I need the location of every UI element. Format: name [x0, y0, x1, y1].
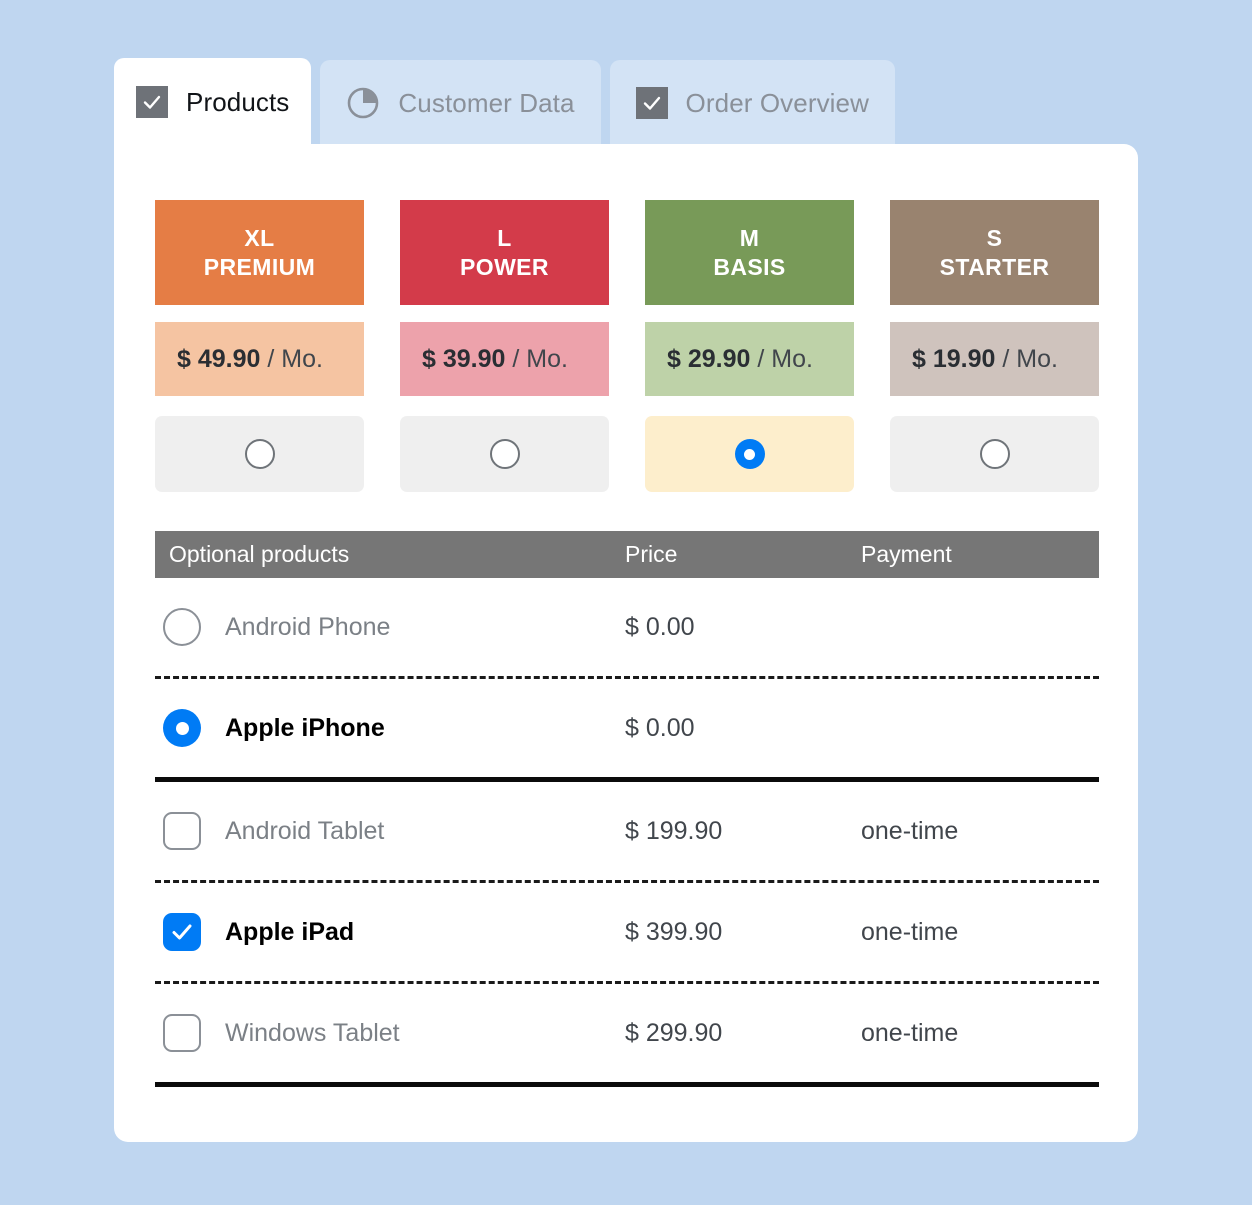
option-payment: one-time [861, 1018, 959, 1047]
plan-price-amount: $ 29.90 [667, 344, 751, 373]
tab-order-overview[interactable]: Order Overview [609, 60, 895, 146]
plan-size: S [986, 224, 1003, 251]
plan-price-unit: / Mo. [1002, 344, 1058, 373]
tab-label: Order Overview [685, 87, 869, 118]
plan-name: PREMIUM [203, 253, 316, 280]
option-label: Windows Tablet [225, 1018, 400, 1047]
option-label: Android Tablet [225, 816, 385, 845]
table-row[interactable]: Apple iPad $ 399.90 one-time [155, 883, 1099, 981]
option-price: $ 0.00 [625, 612, 695, 641]
plan-price-unit: / Mo. [267, 344, 323, 373]
plan-size: L [497, 224, 512, 251]
plan-price-xl: $ 49.90 / Mo. [155, 322, 364, 396]
plan-price-m: $ 29.90 / Mo. [645, 322, 854, 396]
optional-products-table: Optional products Price Payment Android … [155, 531, 1099, 1087]
plan-price-amount: $ 39.90 [422, 344, 506, 373]
plan-radio-s[interactable] [890, 416, 1099, 492]
plan-header-m[interactable]: M BASIS [645, 200, 854, 305]
plan-name: STARTER [939, 253, 1050, 280]
column-header-price: Price [625, 541, 678, 567]
radio-unselected-icon [979, 439, 1010, 469]
table-row[interactable]: Android Phone $ 0.00 [155, 578, 1099, 676]
plan-header-l[interactable]: L POWER [400, 200, 609, 305]
table-row[interactable]: Windows Tablet $ 299.90 one-time [155, 984, 1099, 1082]
option-label: Android Phone [225, 612, 391, 641]
plan-size: M [739, 224, 760, 251]
checkbox-unchecked-icon[interactable] [163, 1014, 201, 1052]
checkbox-checked-icon [635, 87, 668, 119]
configurator-page: Products Customer Data Order Overview XL… [0, 0, 1252, 1205]
checkbox-checked-icon [136, 86, 168, 118]
table-row[interactable]: Apple iPhone $ 0.00 [155, 679, 1099, 777]
tab-label: Customer Data [398, 87, 575, 118]
radio-selected-icon[interactable] [163, 709, 201, 747]
plan-size: XL [244, 224, 275, 251]
radio-unselected-icon[interactable] [163, 608, 201, 646]
tab-customer-data[interactable]: Customer Data [320, 60, 601, 146]
table-header-row: Optional products Price Payment [155, 531, 1099, 578]
plan-price-l: $ 39.90 / Mo. [400, 322, 609, 396]
plan-header-row: XL PREMIUM L POWER M BASIS S STARTER [155, 200, 1099, 305]
radio-unselected-icon [244, 439, 275, 469]
products-panel: XL PREMIUM L POWER M BASIS S STARTER $ 4… [114, 144, 1138, 1142]
plan-price-s: $ 19.90 / Mo. [890, 322, 1099, 396]
plan-selection-row [155, 416, 1099, 492]
option-label: Apple iPhone [225, 713, 385, 742]
radio-unselected-icon [489, 439, 520, 469]
option-price: $ 199.90 [625, 816, 723, 845]
option-price: $ 299.90 [625, 1018, 723, 1047]
tab-bar: Products Customer Data Order Overview [114, 58, 895, 146]
radio-selected-icon [734, 439, 765, 469]
pie-chart-icon [348, 87, 379, 119]
column-header-payment: Payment [861, 541, 952, 567]
plan-price-amount: $ 49.90 [177, 344, 261, 373]
column-header-name: Optional products [169, 541, 350, 567]
plan-header-xl[interactable]: XL PREMIUM [155, 200, 364, 305]
option-label: Apple iPad [225, 917, 355, 946]
plan-price-amount: $ 19.90 [912, 344, 996, 373]
checkbox-unchecked-icon[interactable] [163, 812, 201, 850]
checkbox-checked-icon[interactable] [163, 913, 201, 951]
tab-label: Products [186, 86, 290, 117]
plan-price-unit: / Mo. [512, 344, 568, 373]
plan-radio-m[interactable] [645, 416, 854, 492]
plan-header-s[interactable]: S STARTER [890, 200, 1099, 305]
plan-price-unit: / Mo. [757, 344, 813, 373]
plan-radio-l[interactable] [400, 416, 609, 492]
group-separator-solid [155, 1082, 1099, 1087]
plan-radio-xl[interactable] [155, 416, 364, 492]
plan-name: POWER [460, 253, 549, 280]
tab-products[interactable]: Products [114, 58, 312, 146]
plan-price-row: $ 49.90 / Mo. $ 39.90 / Mo. $ 29.90 / Mo… [155, 322, 1099, 396]
option-price: $ 0.00 [625, 713, 695, 742]
option-price: $ 399.90 [625, 917, 723, 946]
table-row[interactable]: Android Tablet $ 199.90 one-time [155, 782, 1099, 880]
option-payment: one-time [861, 816, 959, 845]
plan-name: BASIS [713, 253, 786, 280]
option-payment: one-time [861, 917, 959, 946]
